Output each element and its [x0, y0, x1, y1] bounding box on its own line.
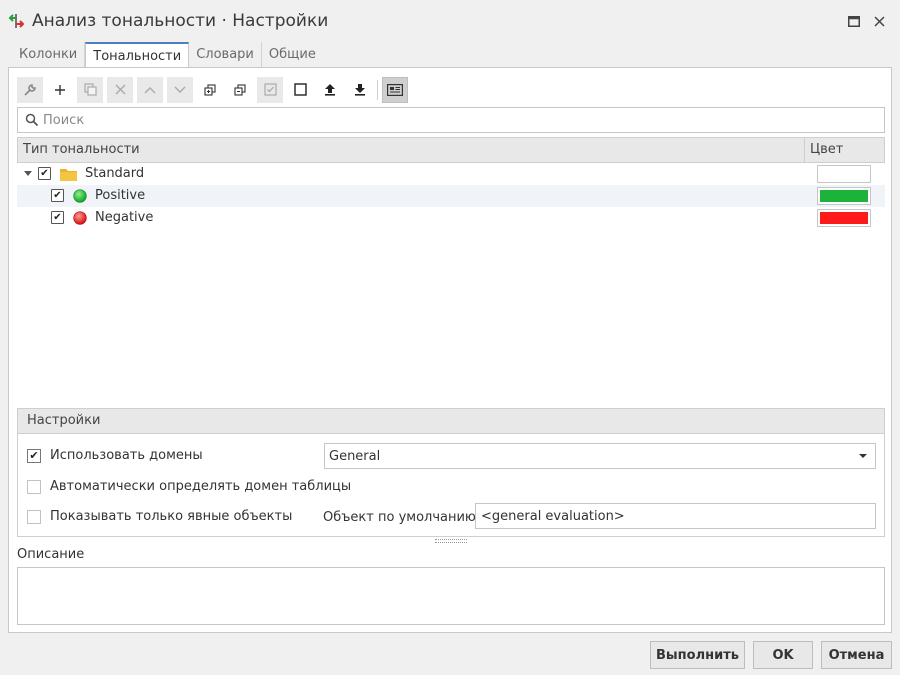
- delete-button[interactable]: [107, 76, 133, 103]
- expand-all-button[interactable]: [197, 77, 223, 103]
- default-object-label: Объект по умолчанию: [323, 510, 476, 525]
- green-dot-icon: [73, 189, 87, 203]
- window-title: Анализ тональности · Настройки: [32, 11, 329, 31]
- description-textarea[interactable]: [17, 567, 885, 625]
- folder-icon: [60, 169, 77, 181]
- maximize-icon: [848, 15, 860, 27]
- view-toggle-button[interactable]: [382, 76, 408, 103]
- cancel-button[interactable]: Отмена: [821, 641, 892, 669]
- toolbar: [17, 76, 412, 103]
- tab-strip: Колонки Тональности Словари Общие: [12, 42, 323, 69]
- explicit-only-checkbox[interactable]: [27, 509, 41, 524]
- uncheck-all-button[interactable]: [287, 77, 313, 103]
- collapse-all-button[interactable]: [227, 77, 253, 103]
- domain-select[interactable]: General: [324, 443, 876, 469]
- delete-icon: [115, 84, 125, 95]
- splitter-handle[interactable]: [435, 539, 467, 543]
- chevron-down-icon: [174, 86, 186, 93]
- explicit-only-option: Показывать только явные объекты: [27, 509, 292, 524]
- description-label: Описание: [17, 547, 85, 562]
- checkbox-checked-icon: [263, 83, 277, 96]
- use-domains-label[interactable]: Использовать домены: [50, 448, 203, 463]
- column-header-color[interactable]: Цвет: [805, 138, 843, 162]
- auto-detect-label[interactable]: Автоматически определять домен таблицы: [50, 479, 351, 494]
- red-dot-icon: [73, 211, 87, 225]
- duplicate-button[interactable]: [77, 76, 103, 103]
- close-button[interactable]: [871, 13, 887, 29]
- column-header-type[interactable]: Тип тональности: [18, 138, 140, 162]
- color-swatch[interactable]: [817, 187, 871, 205]
- search-box: [17, 107, 885, 133]
- plus-icon: [55, 84, 65, 95]
- expand-all-icon: [204, 83, 216, 96]
- search-icon: [25, 113, 39, 127]
- use-domains-option: ✔ Использовать домены: [27, 448, 203, 463]
- row-checkbox[interactable]: ✔: [51, 189, 64, 202]
- toolbar-separator: [377, 79, 378, 100]
- chevron-up-icon: [144, 86, 156, 93]
- tree-row-positive[interactable]: ✔ Positive: [17, 185, 885, 207]
- check-all-button[interactable]: [257, 76, 283, 103]
- ok-button[interactable]: OK: [753, 641, 813, 669]
- run-button[interactable]: Выполнить: [650, 641, 745, 669]
- color-swatch[interactable]: [817, 165, 871, 183]
- grid-header: Тип тональности Цвет: [17, 137, 885, 163]
- export-button[interactable]: [347, 77, 373, 103]
- auto-detect-option: Автоматически определять домен таблицы: [27, 479, 351, 494]
- properties-button[interactable]: [17, 76, 43, 103]
- expand-arrow-icon[interactable]: [24, 171, 32, 177]
- duplicate-icon: [83, 83, 97, 96]
- settings-header: Настройки: [18, 409, 884, 434]
- row-label: Positive: [95, 188, 146, 203]
- upload-icon: [325, 84, 335, 96]
- tree-row-standard[interactable]: ✔ Standard: [17, 163, 885, 185]
- sentiment-app-icon: [8, 14, 25, 28]
- row-label: Negative: [95, 210, 154, 225]
- move-up-button[interactable]: [137, 76, 163, 103]
- sentiment-tree-grid: Тип тональности Цвет ✔ Standard ✔ Positi…: [17, 137, 885, 407]
- download-icon: [355, 84, 365, 96]
- maximize-button[interactable]: [846, 13, 862, 29]
- add-button[interactable]: [47, 77, 73, 103]
- row-checkbox[interactable]: ✔: [51, 211, 64, 224]
- tab-general[interactable]: Общие: [262, 42, 323, 68]
- tab-sentiments[interactable]: Тональности: [85, 42, 190, 69]
- domain-select-value: General: [329, 449, 381, 464]
- tab-dictionaries[interactable]: Словари: [189, 42, 262, 68]
- row-checkbox[interactable]: ✔: [38, 167, 51, 180]
- row-label: Standard: [85, 166, 145, 181]
- auto-detect-checkbox[interactable]: [27, 479, 41, 494]
- explicit-only-label[interactable]: Показывать только явные объекты: [50, 509, 292, 524]
- move-down-button[interactable]: [167, 76, 193, 103]
- settings-panel: Тип тональности Цвет ✔ Standard ✔ Positi…: [8, 67, 892, 633]
- title-bar: Анализ тональности · Настройки: [0, 0, 900, 42]
- checkbox-empty-icon: [293, 83, 307, 96]
- tree-row-negative[interactable]: ✔ Negative: [17, 207, 885, 229]
- use-domains-checkbox[interactable]: ✔: [27, 448, 41, 463]
- close-icon: [873, 15, 885, 27]
- tab-columns[interactable]: Колонки: [12, 42, 86, 68]
- search-input[interactable]: [39, 112, 884, 128]
- color-swatch[interactable]: [817, 209, 871, 227]
- import-button[interactable]: [317, 77, 343, 103]
- settings-group: Настройки ✔ Использовать домены General …: [17, 408, 885, 537]
- wrench-icon: [24, 83, 36, 96]
- dropdown-arrow-icon: [859, 454, 867, 458]
- view-icon: [387, 83, 403, 96]
- collapse-all-icon: [234, 83, 246, 96]
- default-object-input[interactable]: [475, 503, 876, 529]
